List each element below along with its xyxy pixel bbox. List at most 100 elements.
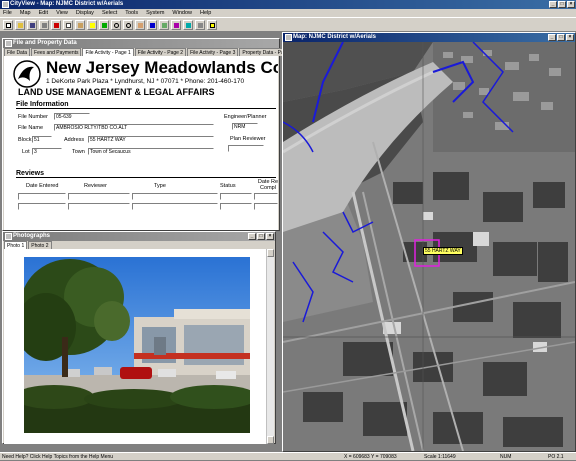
review-type-field[interactable]	[132, 203, 218, 210]
file-property-window: File and Property Data File Data Fees an…	[2, 38, 293, 231]
menu-system[interactable]: System	[146, 9, 164, 17]
zoom-out-button[interactable]	[123, 19, 133, 30]
menu-view[interactable]: View	[56, 9, 68, 17]
lot-label: Lot	[22, 149, 30, 155]
file-window-title-bar: File and Property Data	[3, 39, 279, 48]
minimize-button[interactable]: _	[549, 1, 557, 8]
menu-map[interactable]: Map	[20, 9, 31, 17]
file-name-field[interactable]: AMBROSIO RLTY/TBD CO.ALT	[54, 124, 214, 131]
copy-button[interactable]	[63, 19, 73, 30]
menu-file[interactable]: File	[3, 9, 12, 17]
review-completed-field[interactable]	[254, 193, 278, 200]
tab-file-activity-2[interactable]: File Activity - Page 2	[134, 48, 187, 56]
review-reviewer-field[interactable]	[68, 193, 130, 200]
menu-bar: File Map Edit View Display Select Tools …	[0, 9, 576, 17]
building-photo	[24, 257, 250, 433]
tab-fees-payments[interactable]: Fees and Payments	[31, 48, 82, 56]
maximize-button[interactable]: □	[257, 233, 265, 240]
photo-window-controls: _ □ ×	[248, 233, 274, 240]
status-version: PO 2.1	[548, 454, 564, 460]
tab-file-activity-1[interactable]: File Activity - Page 1	[82, 48, 134, 56]
menu-display[interactable]: Display	[76, 9, 94, 17]
status-coordinates: X = 609683 Y = 709083	[344, 454, 397, 460]
block-field[interactable]: 51	[32, 136, 52, 143]
col-type: Type	[154, 183, 166, 189]
tab-photo-1[interactable]: Photo 1	[4, 241, 28, 249]
menu-help[interactable]: Help	[200, 9, 211, 17]
refresh-icon	[186, 22, 191, 28]
engineer-label: Engineer/Planner	[224, 114, 267, 120]
new-button[interactable]	[3, 19, 13, 30]
engineer-field[interactable]: NRM	[232, 123, 258, 130]
file-number-label: File Number	[18, 114, 48, 120]
menu-edit[interactable]: Edit	[39, 9, 48, 17]
highlight-icon	[90, 22, 95, 28]
scroll-down-button[interactable]	[267, 436, 274, 444]
review-date-field[interactable]	[18, 193, 66, 200]
menu-select[interactable]: Select	[102, 9, 117, 17]
status-bar: Need Help? Click Help Topics from the He…	[0, 452, 576, 460]
zoom-in-icon	[114, 22, 119, 28]
close-button[interactable]: ×	[567, 1, 575, 8]
review-reviewer-field[interactable]	[68, 203, 130, 210]
maximize-button[interactable]: □	[557, 34, 565, 41]
town-field[interactable]: Town of Secaucus	[88, 148, 214, 155]
org-name: New Jersey Meadowlands Com	[46, 58, 278, 77]
parcel-label: 55 HARTZ WAY	[423, 247, 463, 255]
col-date-entered: Date Entered	[26, 183, 59, 189]
refresh-button[interactable]	[183, 19, 193, 30]
menu-tools[interactable]: Tools	[125, 9, 138, 17]
close-button[interactable]: ×	[266, 233, 274, 240]
file-name-label: File Name	[18, 125, 44, 131]
review-completed-field[interactable]	[254, 203, 278, 210]
identify-button[interactable]	[147, 19, 157, 30]
col-reviewer: Reviewer	[84, 183, 107, 189]
plan-reviewer-field[interactable]	[228, 145, 264, 152]
open-button[interactable]	[15, 19, 25, 30]
review-status-field[interactable]	[220, 203, 252, 210]
block-label: Block	[18, 137, 32, 143]
col-date-completed: Date Re Compl	[257, 179, 278, 191]
scroll-up-button[interactable]	[267, 249, 274, 257]
review-status-field[interactable]	[220, 193, 252, 200]
scissors-icon	[54, 22, 59, 28]
toolbar	[0, 17, 576, 32]
menu-window[interactable]: Window	[172, 9, 192, 17]
full-extent-button[interactable]	[195, 19, 205, 30]
window-icon	[5, 40, 12, 47]
review-type-field[interactable]	[132, 193, 218, 200]
save-button[interactable]	[27, 19, 37, 30]
window-icon	[285, 34, 292, 41]
file-window-tabs: File Data Fees and Payments File Activit…	[3, 48, 293, 56]
help-button[interactable]	[207, 19, 217, 30]
layers-button[interactable]	[159, 19, 169, 30]
select-button[interactable]	[99, 19, 109, 30]
tab-file-data[interactable]: File Data	[4, 48, 31, 56]
photo-scrollbar[interactable]	[266, 249, 274, 444]
close-button[interactable]: ×	[566, 34, 574, 41]
minimize-button[interactable]: _	[248, 233, 256, 240]
help-icon	[210, 22, 215, 28]
lot-field[interactable]: 3	[32, 148, 62, 155]
measure-button[interactable]	[171, 19, 181, 30]
cut-button[interactable]	[51, 19, 61, 30]
tab-file-activity-3[interactable]: File Activity - Page 3	[187, 48, 239, 56]
zoom-in-button[interactable]	[111, 19, 121, 30]
zoom-out-icon	[126, 22, 131, 28]
maximize-button[interactable]: □	[558, 1, 566, 8]
hand-icon	[138, 22, 143, 28]
minimize-button[interactable]: _	[548, 34, 556, 41]
printer-icon	[42, 22, 47, 28]
file-number-field[interactable]: 05-639	[54, 113, 90, 120]
app-title: CityView - Map: NJMC District w/Aerials	[10, 1, 124, 7]
file-form: New Jersey Meadowlands Com 1 DeKorte Par…	[4, 56, 278, 230]
paste-button[interactable]	[75, 19, 85, 30]
address-field[interactable]: 55 HARTZ WAY	[88, 136, 214, 143]
tab-photo-2[interactable]: Photo 2	[28, 241, 52, 249]
ruler-icon	[174, 22, 179, 28]
pan-button[interactable]	[135, 19, 145, 30]
print-button[interactable]	[39, 19, 49, 30]
highlight-button[interactable]	[87, 19, 97, 30]
window-icon	[5, 233, 12, 240]
review-date-field[interactable]	[18, 203, 66, 210]
